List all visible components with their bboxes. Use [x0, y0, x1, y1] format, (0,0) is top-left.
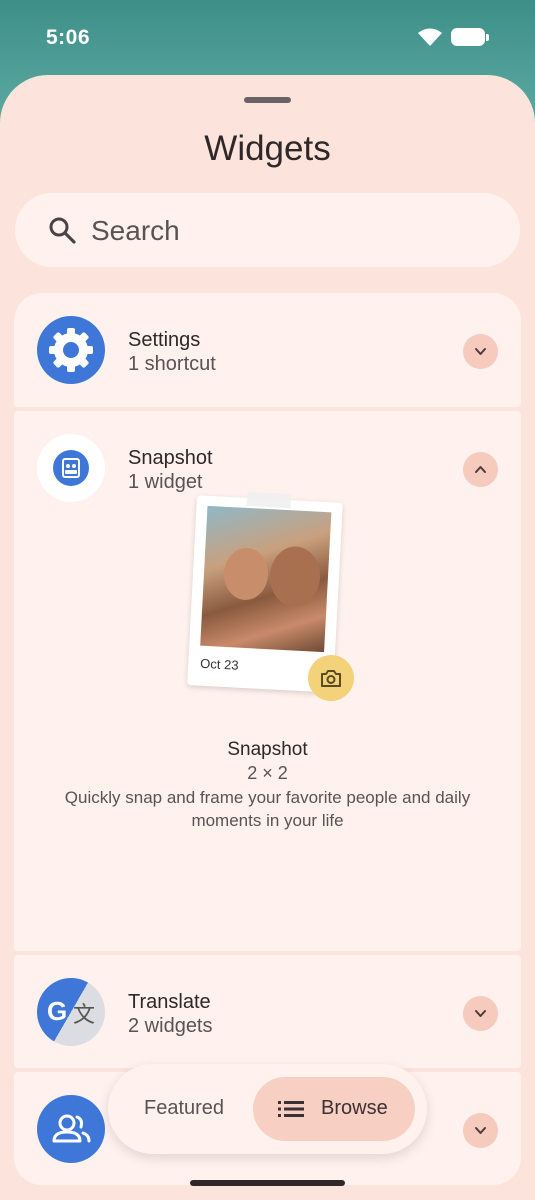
- tab-browse[interactable]: Browse: [253, 1077, 415, 1141]
- search-input[interactable]: [89, 211, 493, 251]
- widget-size: 2 × 2: [247, 763, 288, 783]
- gear-icon: [37, 316, 105, 384]
- chevron-down-icon: [475, 1127, 486, 1134]
- status-time: 5:06: [46, 26, 91, 49]
- expand-button[interactable]: [463, 334, 498, 369]
- widget-description: Quickly snap and frame your favorite peo…: [64, 788, 471, 830]
- camera-icon: [321, 670, 341, 687]
- chevron-down-icon: [475, 1010, 486, 1017]
- home-indicator[interactable]: [190, 1180, 345, 1186]
- tab-featured-label: Featured: [144, 1097, 225, 1119]
- drag-handle[interactable]: [244, 97, 291, 103]
- photo-tape: [246, 491, 292, 509]
- chevron-down-icon: [475, 348, 486, 355]
- sheet-title: Widgets: [204, 129, 331, 168]
- widget-preview[interactable]: Oct 23 Snapshot 2 × 2 Quickly snap and f…: [14, 411, 521, 951]
- list-icon: [278, 1101, 304, 1117]
- item-subtitle: 1 shortcut: [128, 353, 216, 375]
- camera-button[interactable]: [308, 655, 354, 701]
- translate-icon: G 文: [37, 978, 105, 1046]
- widgets-sheet: Widgets Search Settings 1 shortcut Snaps…: [0, 75, 535, 1200]
- photo-image: [200, 505, 332, 653]
- bottom-tab-bar: Featured Browse: [108, 1064, 427, 1154]
- tab-featured[interactable]: Featured: [122, 1077, 250, 1141]
- list-item-translate[interactable]: G 文 Translate 2 widgets: [14, 955, 521, 1068]
- list-item-settings[interactable]: Settings 1 shortcut: [14, 293, 521, 407]
- widget-name: Snapshot: [227, 739, 308, 760]
- tab-browse-label: Browse: [321, 1097, 388, 1119]
- item-subtitle: 2 widgets: [128, 1015, 213, 1037]
- expand-button[interactable]: [463, 1113, 498, 1148]
- search-bar[interactable]: [15, 193, 520, 267]
- search-icon: [49, 217, 76, 244]
- photo-date: Oct 23: [199, 655, 239, 673]
- item-title: Settings: [128, 329, 201, 351]
- svg-text:G: G: [47, 996, 67, 1026]
- wifi-icon: [418, 28, 442, 46]
- item-title: Translate: [128, 991, 211, 1013]
- contacts-icon: [37, 1095, 105, 1163]
- svg-text:文: 文: [73, 1003, 95, 1028]
- list-item-snapshot[interactable]: Snapshot 1 widget Oct 23 Snapshot 2 × 2 …: [14, 411, 521, 951]
- status-bar: 5:06: [0, 0, 535, 76]
- photo-person: [268, 545, 322, 608]
- battery-icon: [451, 28, 489, 46]
- photo-person: [222, 546, 270, 602]
- expand-button[interactable]: [463, 996, 498, 1031]
